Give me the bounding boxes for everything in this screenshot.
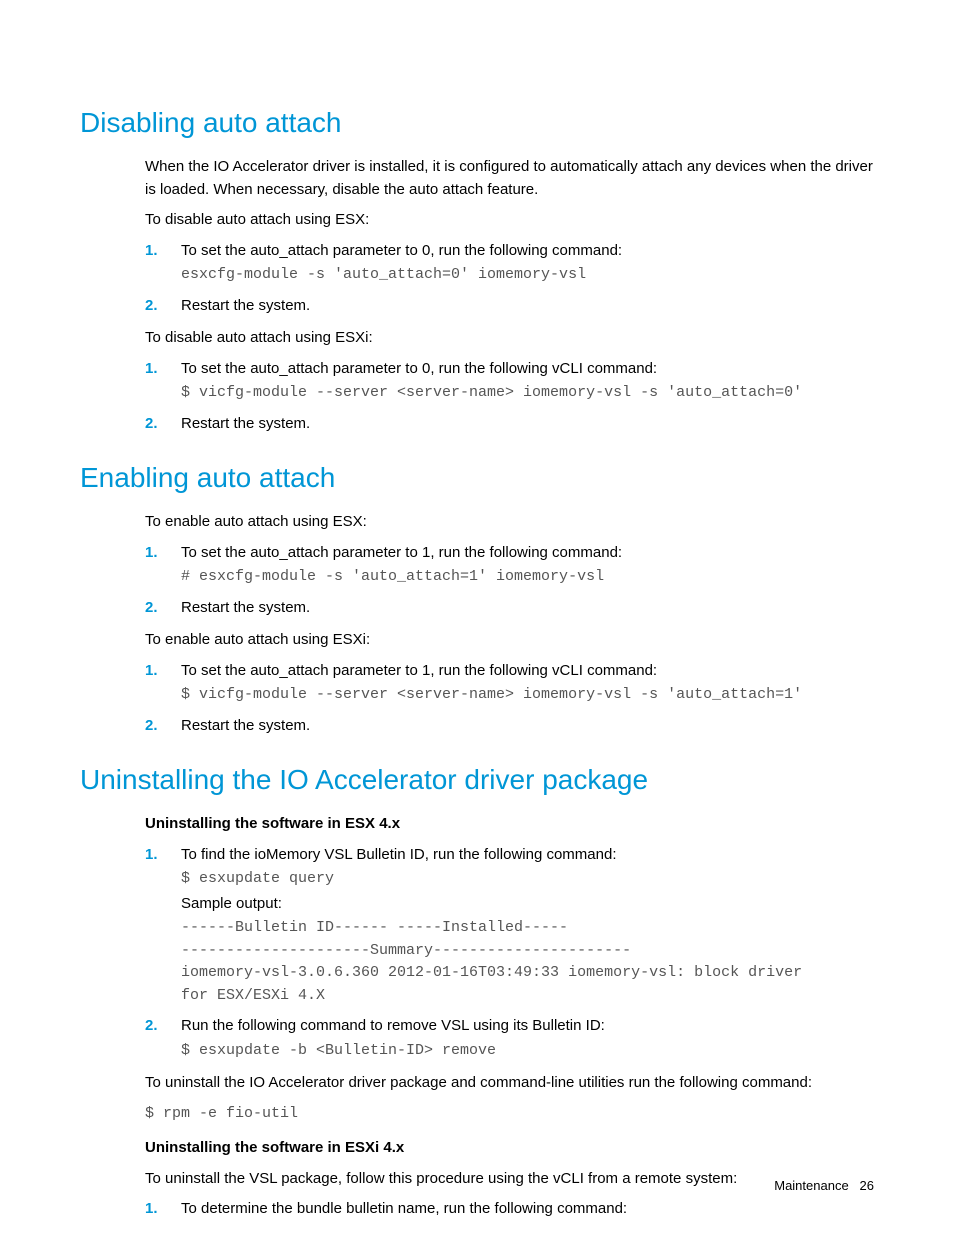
code-block: $ esxupdate query <box>181 868 874 891</box>
list-item: 2. Restart the system. <box>145 295 874 318</box>
output-line: ---------------------Summary------------… <box>181 940 874 963</box>
step-text: To set the auto_attach parameter to 1, r… <box>181 544 622 561</box>
list-item: 2. Restart the system. <box>145 597 874 620</box>
footer-page-number: 26 <box>860 1178 874 1193</box>
code-block: $ vicfg-module --server <server-name> io… <box>181 684 874 707</box>
step-text: Restart the system. <box>181 599 310 616</box>
code-block: $ esxupdate -b <Bulletin-ID> remove <box>181 1040 874 1063</box>
paragraph-intro: When the IO Accelerator driver is instal… <box>145 156 874 201</box>
list-item: 2. Run the following command to remove V… <box>145 1015 874 1062</box>
list-item: 1. To set the auto_attach parameter to 0… <box>145 240 874 287</box>
paragraph-esxi-intro: To enable auto attach using ESXi: <box>145 629 874 652</box>
step-text: Restart the system. <box>181 415 310 432</box>
list-number: 1. <box>145 844 158 867</box>
output-line: ------Bulletin ID------ -----Installed--… <box>181 917 874 940</box>
subheading-uninstall-esx: Uninstalling the software in ESX 4.x <box>145 813 874 836</box>
list-number: 2. <box>145 1015 158 1038</box>
list-number: 1. <box>145 240 158 263</box>
list-uninstall-esxi: 1. To determine the bundle bulletin name… <box>145 1198 874 1221</box>
list-item: 1. To determine the bundle bulletin name… <box>145 1198 874 1221</box>
list-number: 2. <box>145 295 158 318</box>
list-number: 1. <box>145 660 158 683</box>
output-line: for ESX/ESXi 4.X <box>181 985 874 1008</box>
list-item: 1. To find the ioMemory VSL Bulletin ID,… <box>145 844 874 1008</box>
code-block: esxcfg-module -s 'auto_attach=0' iomemor… <box>181 264 874 287</box>
code-block: # esxcfg-module -s 'auto_attach=1' iomem… <box>181 566 874 589</box>
list-number: 1. <box>145 1198 158 1221</box>
list-number: 1. <box>145 358 158 381</box>
list-enable-esxi: 1. To set the auto_attach parameter to 1… <box>145 660 874 738</box>
list-item: 2. Restart the system. <box>145 413 874 436</box>
list-item: 1. To set the auto_attach parameter to 1… <box>145 542 874 589</box>
list-uninstall-esx: 1. To find the ioMemory VSL Bulletin ID,… <box>145 844 874 1063</box>
subheading-uninstall-esxi: Uninstalling the software in ESXi 4.x <box>145 1137 874 1160</box>
footer-section-label: Maintenance <box>774 1178 848 1193</box>
paragraph-uninstall-esxi-intro: To uninstall the VSL package, follow thi… <box>145 1168 874 1191</box>
paragraph-uninstall-cmdline: To uninstall the IO Accelerator driver p… <box>145 1072 874 1095</box>
heading-disabling-auto-attach: Disabling auto attach <box>80 102 874 144</box>
paragraph-esx-intro: To disable auto attach using ESX: <box>145 209 874 232</box>
list-disable-esx: 1. To set the auto_attach parameter to 0… <box>145 240 874 318</box>
list-number: 2. <box>145 715 158 738</box>
step-text: Restart the system. <box>181 717 310 734</box>
page-footer: Maintenance 26 <box>774 1176 874 1196</box>
paragraph-esxi-intro: To disable auto attach using ESXi: <box>145 327 874 350</box>
output-line: iomemory-vsl-3.0.6.360 2012-01-16T03:49:… <box>181 962 874 985</box>
step-text: To find the ioMemory VSL Bulletin ID, ru… <box>181 846 616 863</box>
list-enable-esx: 1. To set the auto_attach parameter to 1… <box>145 542 874 620</box>
heading-uninstalling: Uninstalling the IO Accelerator driver p… <box>80 759 874 801</box>
step-text: To set the auto_attach parameter to 1, r… <box>181 662 657 679</box>
step-text: To determine the bundle bulletin name, r… <box>181 1200 627 1217</box>
list-number: 2. <box>145 597 158 620</box>
list-item: 1. To set the auto_attach parameter to 0… <box>145 358 874 405</box>
list-item: 1. To set the auto_attach parameter to 1… <box>145 660 874 707</box>
step-text: To set the auto_attach parameter to 0, r… <box>181 242 622 259</box>
list-number: 2. <box>145 413 158 436</box>
list-item: 2. Restart the system. <box>145 715 874 738</box>
list-disable-esxi: 1. To set the auto_attach parameter to 0… <box>145 358 874 436</box>
code-block: $ rpm -e fio-util <box>145 1103 874 1126</box>
step-text: Restart the system. <box>181 297 310 314</box>
paragraph-esx-intro: To enable auto attach using ESX: <box>145 511 874 534</box>
sample-output-label: Sample output: <box>181 893 874 916</box>
step-text: To set the auto_attach parameter to 0, r… <box>181 360 657 377</box>
code-block: $ vicfg-module --server <server-name> io… <box>181 382 874 405</box>
heading-enabling-auto-attach: Enabling auto attach <box>80 457 874 499</box>
list-number: 1. <box>145 542 158 565</box>
step-text: Run the following command to remove VSL … <box>181 1017 605 1034</box>
